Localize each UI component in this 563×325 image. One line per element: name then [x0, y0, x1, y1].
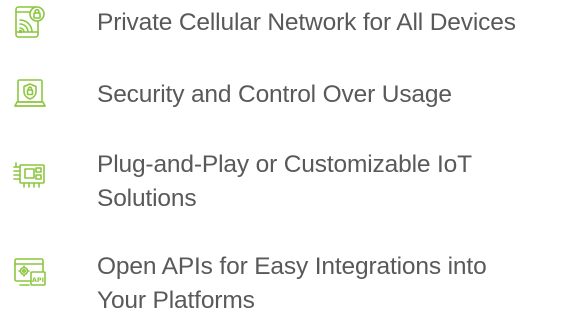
api-integration-icon: API: [12, 255, 48, 291]
feature-label: Private Cellular Network for All Devices: [97, 9, 516, 36]
security-lock-icon: [12, 76, 48, 112]
svg-text:API: API: [32, 276, 44, 284]
feature-label: Open APIs for Easy Integrations into You…: [97, 253, 487, 314]
iot-board-icon: [12, 157, 48, 193]
feature-label: Plug-and-Play or Customizable IoT Soluti…: [97, 151, 472, 212]
cellular-network-icon: [12, 4, 48, 40]
feature-label: Security and Control Over Usage: [97, 81, 452, 108]
